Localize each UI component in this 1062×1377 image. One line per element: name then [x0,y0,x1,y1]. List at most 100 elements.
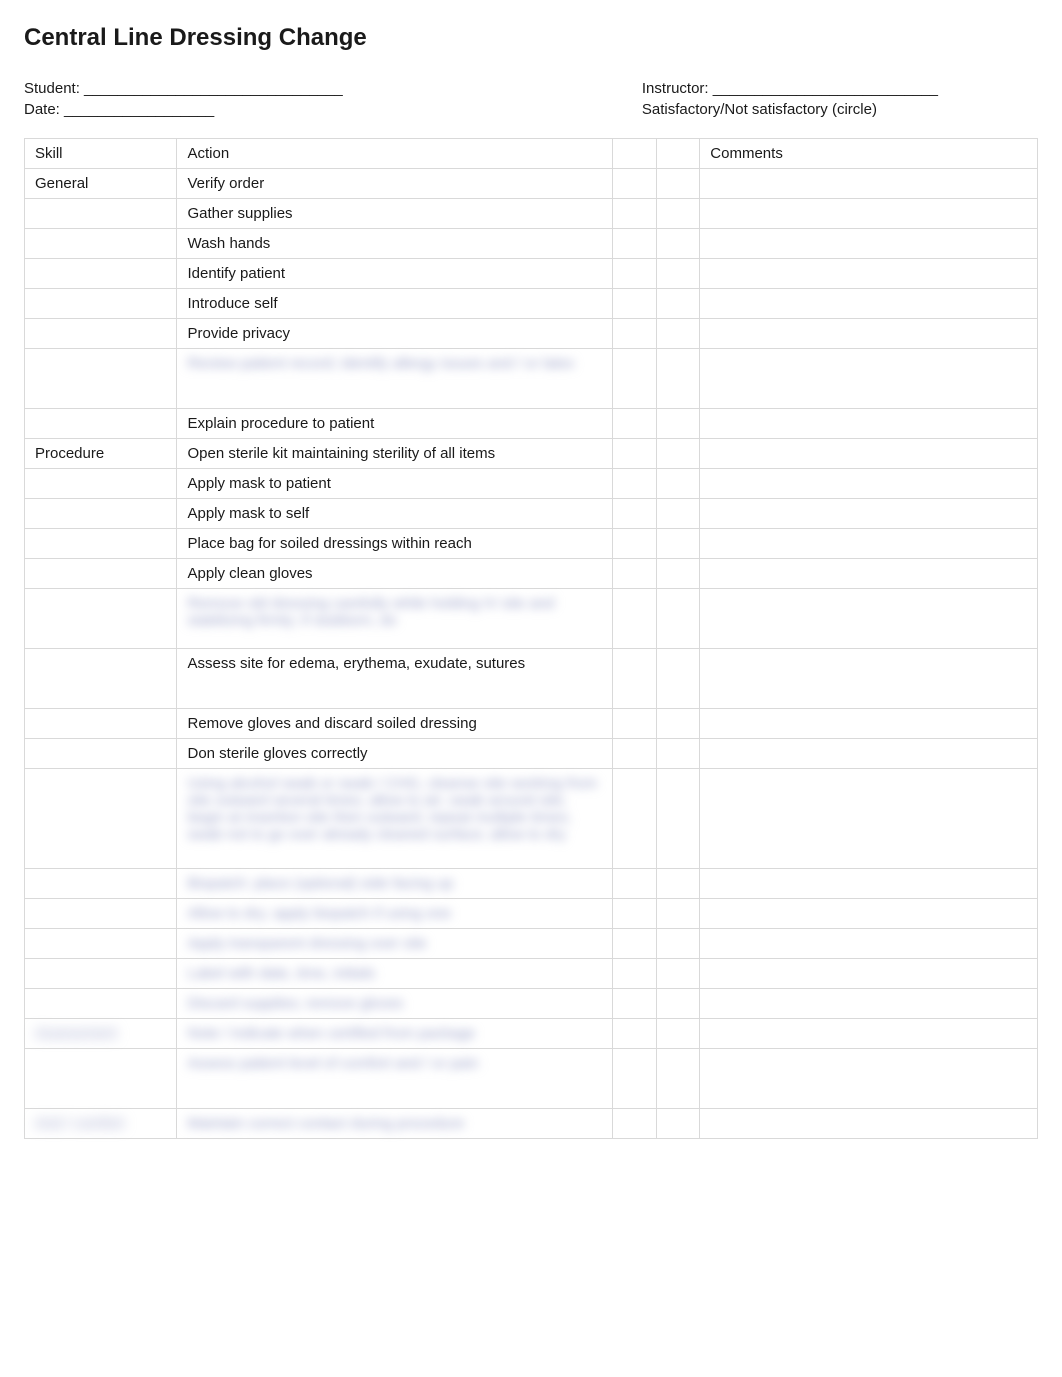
cell-action: Review patient record; identify allergy … [177,349,613,409]
cell-comments [700,589,1038,649]
cell-skill [25,869,177,899]
cell-comments [700,769,1038,869]
cell-skill [25,899,177,929]
cell-sat2 [656,929,700,959]
cell-comments [700,929,1038,959]
cell-skill [25,199,177,229]
cell-skill [25,709,177,739]
table-row: Wash hands [25,229,1038,259]
cell-sat2 [656,409,700,439]
cell-sat2 [656,529,700,559]
cell-sat2 [656,199,700,229]
table-row: Don sterile gloves correctly [25,739,1038,769]
cell-sat1 [613,1109,657,1139]
cell-skill [25,499,177,529]
cell-sat2 [656,709,700,739]
col-header-sat1 [613,139,657,169]
cell-skill [25,649,177,709]
table-row: Apply mask to patient [25,469,1038,499]
table-row: And / comfortMaintain correct contact du… [25,1109,1038,1139]
table-row: Biopatch: place (optional) side facing u… [25,869,1038,899]
cell-sat2 [656,499,700,529]
cell-sat1 [613,769,657,869]
cell-comments [700,349,1038,409]
cell-sat1 [613,229,657,259]
cell-action: Apply clean gloves [177,559,613,589]
cell-action: Discard supplies; remove gloves [177,989,613,1019]
cell-skill [25,229,177,259]
cell-action: Assess site for edema, erythema, exudate… [177,649,613,709]
date-field: Date: __________________ [24,101,343,118]
cell-sat1 [613,529,657,559]
cell-comments [700,529,1038,559]
col-header-comments: Comments [700,139,1038,169]
cell-comments [700,899,1038,929]
cell-comments [700,739,1038,769]
cell-sat2 [656,319,700,349]
cell-sat2 [656,559,700,589]
table-header-row: Skill Action Comments [25,139,1038,169]
cell-skill [25,529,177,559]
table-row: Allow to dry; apply biopatch if using on… [25,899,1038,929]
cell-comments [700,199,1038,229]
cell-action: Don sterile gloves correctly [177,739,613,769]
col-header-action: Action [177,139,613,169]
cell-comments [700,499,1038,529]
cell-sat2 [656,229,700,259]
student-field: Student: _______________________________ [24,80,343,97]
table-row: Remove old dressing carefully while hold… [25,589,1038,649]
cell-comments [700,319,1038,349]
table-row: Apply clean gloves [25,559,1038,589]
cell-sat2 [656,869,700,899]
cell-action: Apply transparent dressing over site [177,929,613,959]
cell-comments [700,169,1038,199]
table-row: Introduce self [25,289,1038,319]
cell-action: Remove gloves and discard soiled dressin… [177,709,613,739]
cell-sat2 [656,169,700,199]
table-row: AssessmentNote / indicate when certified… [25,1019,1038,1049]
cell-skill [25,319,177,349]
cell-sat2 [656,649,700,709]
cell-sat2 [656,899,700,929]
cell-comments [700,409,1038,439]
table-row: Identify patient [25,259,1038,289]
cell-sat2 [656,589,700,649]
header-right-col: Instructor: ___________________________ … [642,80,938,118]
cell-skill: Assessment [25,1019,177,1049]
cell-skill [25,289,177,319]
cell-comments [700,709,1038,739]
cell-sat1 [613,989,657,1019]
cell-sat2 [656,1049,700,1109]
cell-sat2 [656,469,700,499]
cell-sat2 [656,289,700,319]
cell-action: Allow to dry; apply biopatch if using on… [177,899,613,929]
cell-sat1 [613,929,657,959]
cell-skill [25,469,177,499]
cell-sat1 [613,649,657,709]
cell-comments [700,259,1038,289]
cell-sat1 [613,469,657,499]
cell-sat2 [656,769,700,869]
cell-sat1 [613,499,657,529]
cell-action: Using alcohol swab or swab / CHG, cleans… [177,769,613,869]
table-row: Label with date, time, initials [25,959,1038,989]
cell-sat1 [613,739,657,769]
cell-skill [25,1049,177,1109]
cell-skill [25,349,177,409]
instructor-field: Instructor: ___________________________ [642,80,938,97]
cell-sat2 [656,259,700,289]
cell-skill [25,769,177,869]
cell-skill [25,589,177,649]
cell-comments [700,959,1038,989]
table-row: Review patient record; identify allergy … [25,349,1038,409]
cell-comments [700,989,1038,1019]
cell-sat1 [613,589,657,649]
table-row: Assess site for edema, erythema, exudate… [25,649,1038,709]
cell-sat1 [613,349,657,409]
table-row: Provide privacy [25,319,1038,349]
cell-sat1 [613,409,657,439]
cell-action: Remove old dressing carefully while hold… [177,589,613,649]
cell-action: Provide privacy [177,319,613,349]
header-left-col: Student: _______________________________… [24,80,343,118]
cell-action: Open sterile kit maintaining sterility o… [177,439,613,469]
